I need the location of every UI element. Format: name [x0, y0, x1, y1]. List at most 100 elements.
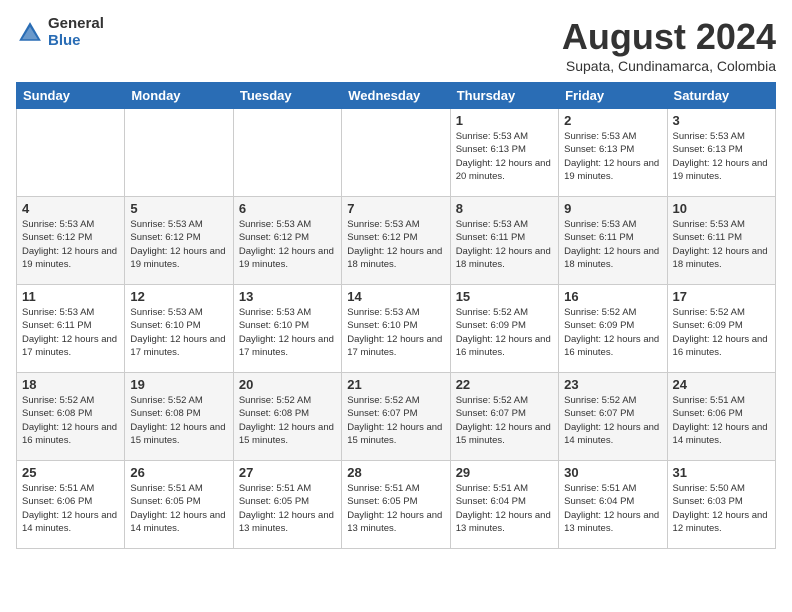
calendar-cell: 12Sunrise: 5:53 AM Sunset: 6:10 PM Dayli…: [125, 285, 233, 373]
day-number: 23: [564, 377, 661, 392]
calendar-cell: 21 Sunrise: 5:52 AM Sunset: 6:07 PM Dayli…: [342, 373, 450, 461]
day-info: Sunrise: 5:53 AM Sunset: 6:11 PM Dayligh…: [22, 306, 119, 359]
calendar-cell: 1 Sunrise: 5:53 AM Sunset: 6:13 PM Daylig…: [450, 109, 558, 197]
calendar-cell: 29Sunrise: 5:51 AM Sunset: 6:04 PM Dayli…: [450, 461, 558, 549]
weekday-header-row: Sunday Monday Tuesday Wednesday Thursday…: [17, 83, 776, 109]
calendar-cell: [342, 109, 450, 197]
calendar-cell: 14Sunrise: 5:53 AM Sunset: 6:10 PM Dayli…: [342, 285, 450, 373]
header-tuesday: Tuesday: [233, 83, 341, 109]
day-number: 6: [239, 201, 336, 216]
day-info: Sunrise: 5:53 AM Sunset: 6:13 PM Dayligh…: [673, 130, 770, 183]
day-info: Sunrise: 5:52 AM Sunset: 6:09 PM Dayligh…: [456, 306, 553, 359]
day-number: 15: [456, 289, 553, 304]
day-info: Sunrise: 5:53 AM Sunset: 6:12 PM Dayligh…: [239, 218, 336, 271]
calendar-cell: 31 Sunrise: 5:50 AM Sunset: 6:03 PM Dayli…: [667, 461, 775, 549]
day-info: Sunrise: 5:52 AM Sunset: 6:07 PM Dayligh…: [347, 394, 444, 447]
week-row-3: 18Sunrise: 5:52 AM Sunset: 6:08 PM Dayli…: [17, 373, 776, 461]
day-number: 30: [564, 465, 661, 480]
day-number: 10: [673, 201, 770, 216]
logo-general-text: General: [48, 16, 104, 33]
logo: General Blue: [16, 16, 104, 49]
week-row-4: 25 Sunrise: 5:51 AM Sunset: 6:06 PM Dayli…: [17, 461, 776, 549]
day-info: Sunrise: 5:53 AM Sunset: 6:11 PM Dayligh…: [673, 218, 770, 271]
header: General Blue August 2024 Supata, Cundina…: [16, 16, 776, 74]
week-row-1: 4 Sunrise: 5:53 AM Sunset: 6:12 PM Daylig…: [17, 197, 776, 285]
day-info: Sunrise: 5:53 AM Sunset: 6:12 PM Dayligh…: [22, 218, 119, 271]
header-friday: Friday: [559, 83, 667, 109]
calendar-cell: 8Sunrise: 5:53 AM Sunset: 6:11 PM Daylig…: [450, 197, 558, 285]
calendar-cell: 24 Sunrise: 5:51 AM Sunset: 6:06 PM Dayli…: [667, 373, 775, 461]
calendar-cell: 2 Sunrise: 5:53 AM Sunset: 6:13 PM Daylig…: [559, 109, 667, 197]
calendar-cell: 11Sunrise: 5:53 AM Sunset: 6:11 PM Dayli…: [17, 285, 125, 373]
day-info: Sunrise: 5:51 AM Sunset: 6:05 PM Dayligh…: [239, 482, 336, 535]
header-thursday: Thursday: [450, 83, 558, 109]
calendar-cell: 25 Sunrise: 5:51 AM Sunset: 6:06 PM Dayli…: [17, 461, 125, 549]
week-row-0: 1 Sunrise: 5:53 AM Sunset: 6:13 PM Daylig…: [17, 109, 776, 197]
day-number: 25: [22, 465, 119, 480]
calendar-cell: 6 Sunrise: 5:53 AM Sunset: 6:12 PM Daylig…: [233, 197, 341, 285]
logo-blue-text: Blue: [48, 33, 104, 50]
day-info: Sunrise: 5:53 AM Sunset: 6:11 PM Dayligh…: [564, 218, 661, 271]
day-info: Sunrise: 5:52 AM Sunset: 6:07 PM Dayligh…: [456, 394, 553, 447]
header-monday: Monday: [125, 83, 233, 109]
calendar-cell: 19 Sunrise: 5:52 AM Sunset: 6:08 PM Dayli…: [125, 373, 233, 461]
day-number: 28: [347, 465, 444, 480]
day-number: 2: [564, 113, 661, 128]
day-number: 16: [564, 289, 661, 304]
day-info: Sunrise: 5:53 AM Sunset: 6:12 PM Dayligh…: [130, 218, 227, 271]
calendar-cell: 5 Sunrise: 5:53 AM Sunset: 6:12 PM Daylig…: [125, 197, 233, 285]
day-number: 29: [456, 465, 553, 480]
day-number: 3: [673, 113, 770, 128]
day-info: Sunrise: 5:53 AM Sunset: 6:13 PM Dayligh…: [456, 130, 553, 183]
location-subtitle: Supata, Cundinamarca, Colombia: [562, 58, 776, 74]
day-info: Sunrise: 5:52 AM Sunset: 6:09 PM Dayligh…: [673, 306, 770, 359]
logo-text: General Blue: [48, 16, 104, 49]
day-info: Sunrise: 5:51 AM Sunset: 6:04 PM Dayligh…: [564, 482, 661, 535]
day-number: 17: [673, 289, 770, 304]
day-info: Sunrise: 5:52 AM Sunset: 6:07 PM Dayligh…: [564, 394, 661, 447]
header-saturday: Saturday: [667, 83, 775, 109]
day-info: Sunrise: 5:51 AM Sunset: 6:06 PM Dayligh…: [673, 394, 770, 447]
header-sunday: Sunday: [17, 83, 125, 109]
calendar-cell: 9Sunrise: 5:53 AM Sunset: 6:11 PM Daylig…: [559, 197, 667, 285]
day-number: 31: [673, 465, 770, 480]
day-info: Sunrise: 5:53 AM Sunset: 6:12 PM Dayligh…: [347, 218, 444, 271]
day-number: 14: [347, 289, 444, 304]
day-number: 27: [239, 465, 336, 480]
calendar-cell: 17 Sunrise: 5:52 AM Sunset: 6:09 PM Dayli…: [667, 285, 775, 373]
day-number: 7: [347, 201, 444, 216]
day-info: Sunrise: 5:53 AM Sunset: 6:13 PM Dayligh…: [564, 130, 661, 183]
calendar-cell: 26 Sunrise: 5:51 AM Sunset: 6:05 PM Dayli…: [125, 461, 233, 549]
day-info: Sunrise: 5:53 AM Sunset: 6:10 PM Dayligh…: [239, 306, 336, 359]
calendar-cell: 22 Sunrise: 5:52 AM Sunset: 6:07 PM Dayli…: [450, 373, 558, 461]
calendar-cell: 18Sunrise: 5:52 AM Sunset: 6:08 PM Dayli…: [17, 373, 125, 461]
day-info: Sunrise: 5:51 AM Sunset: 6:06 PM Dayligh…: [22, 482, 119, 535]
calendar-cell: 16Sunrise: 5:52 AM Sunset: 6:09 PM Dayli…: [559, 285, 667, 373]
calendar-cell: 28 Sunrise: 5:51 AM Sunset: 6:05 PM Dayli…: [342, 461, 450, 549]
day-number: 24: [673, 377, 770, 392]
day-info: Sunrise: 5:51 AM Sunset: 6:05 PM Dayligh…: [130, 482, 227, 535]
day-number: 19: [130, 377, 227, 392]
day-info: Sunrise: 5:52 AM Sunset: 6:08 PM Dayligh…: [239, 394, 336, 447]
generalblue-icon: [16, 19, 44, 47]
title-area: August 2024 Supata, Cundinamarca, Colomb…: [562, 16, 776, 74]
day-info: Sunrise: 5:51 AM Sunset: 6:05 PM Dayligh…: [347, 482, 444, 535]
day-info: Sunrise: 5:52 AM Sunset: 6:08 PM Dayligh…: [130, 394, 227, 447]
calendar-cell: [233, 109, 341, 197]
calendar-cell: [17, 109, 125, 197]
day-info: Sunrise: 5:50 AM Sunset: 6:03 PM Dayligh…: [673, 482, 770, 535]
day-number: 5: [130, 201, 227, 216]
calendar-cell: 20 Sunrise: 5:52 AM Sunset: 6:08 PM Dayli…: [233, 373, 341, 461]
day-info: Sunrise: 5:53 AM Sunset: 6:11 PM Dayligh…: [456, 218, 553, 271]
calendar-cell: 23 Sunrise: 5:52 AM Sunset: 6:07 PM Dayli…: [559, 373, 667, 461]
day-number: 4: [22, 201, 119, 216]
day-number: 20: [239, 377, 336, 392]
calendar-cell: 27 Sunrise: 5:51 AM Sunset: 6:05 PM Dayli…: [233, 461, 341, 549]
calendar-cell: 7 Sunrise: 5:53 AM Sunset: 6:12 PM Daylig…: [342, 197, 450, 285]
calendar-cell: 15 Sunrise: 5:52 AM Sunset: 6:09 PM Dayli…: [450, 285, 558, 373]
calendar-cell: 30 Sunrise: 5:51 AM Sunset: 6:04 PM Dayli…: [559, 461, 667, 549]
day-number: 22: [456, 377, 553, 392]
day-number: 1: [456, 113, 553, 128]
day-number: 26: [130, 465, 227, 480]
day-number: 21: [347, 377, 444, 392]
